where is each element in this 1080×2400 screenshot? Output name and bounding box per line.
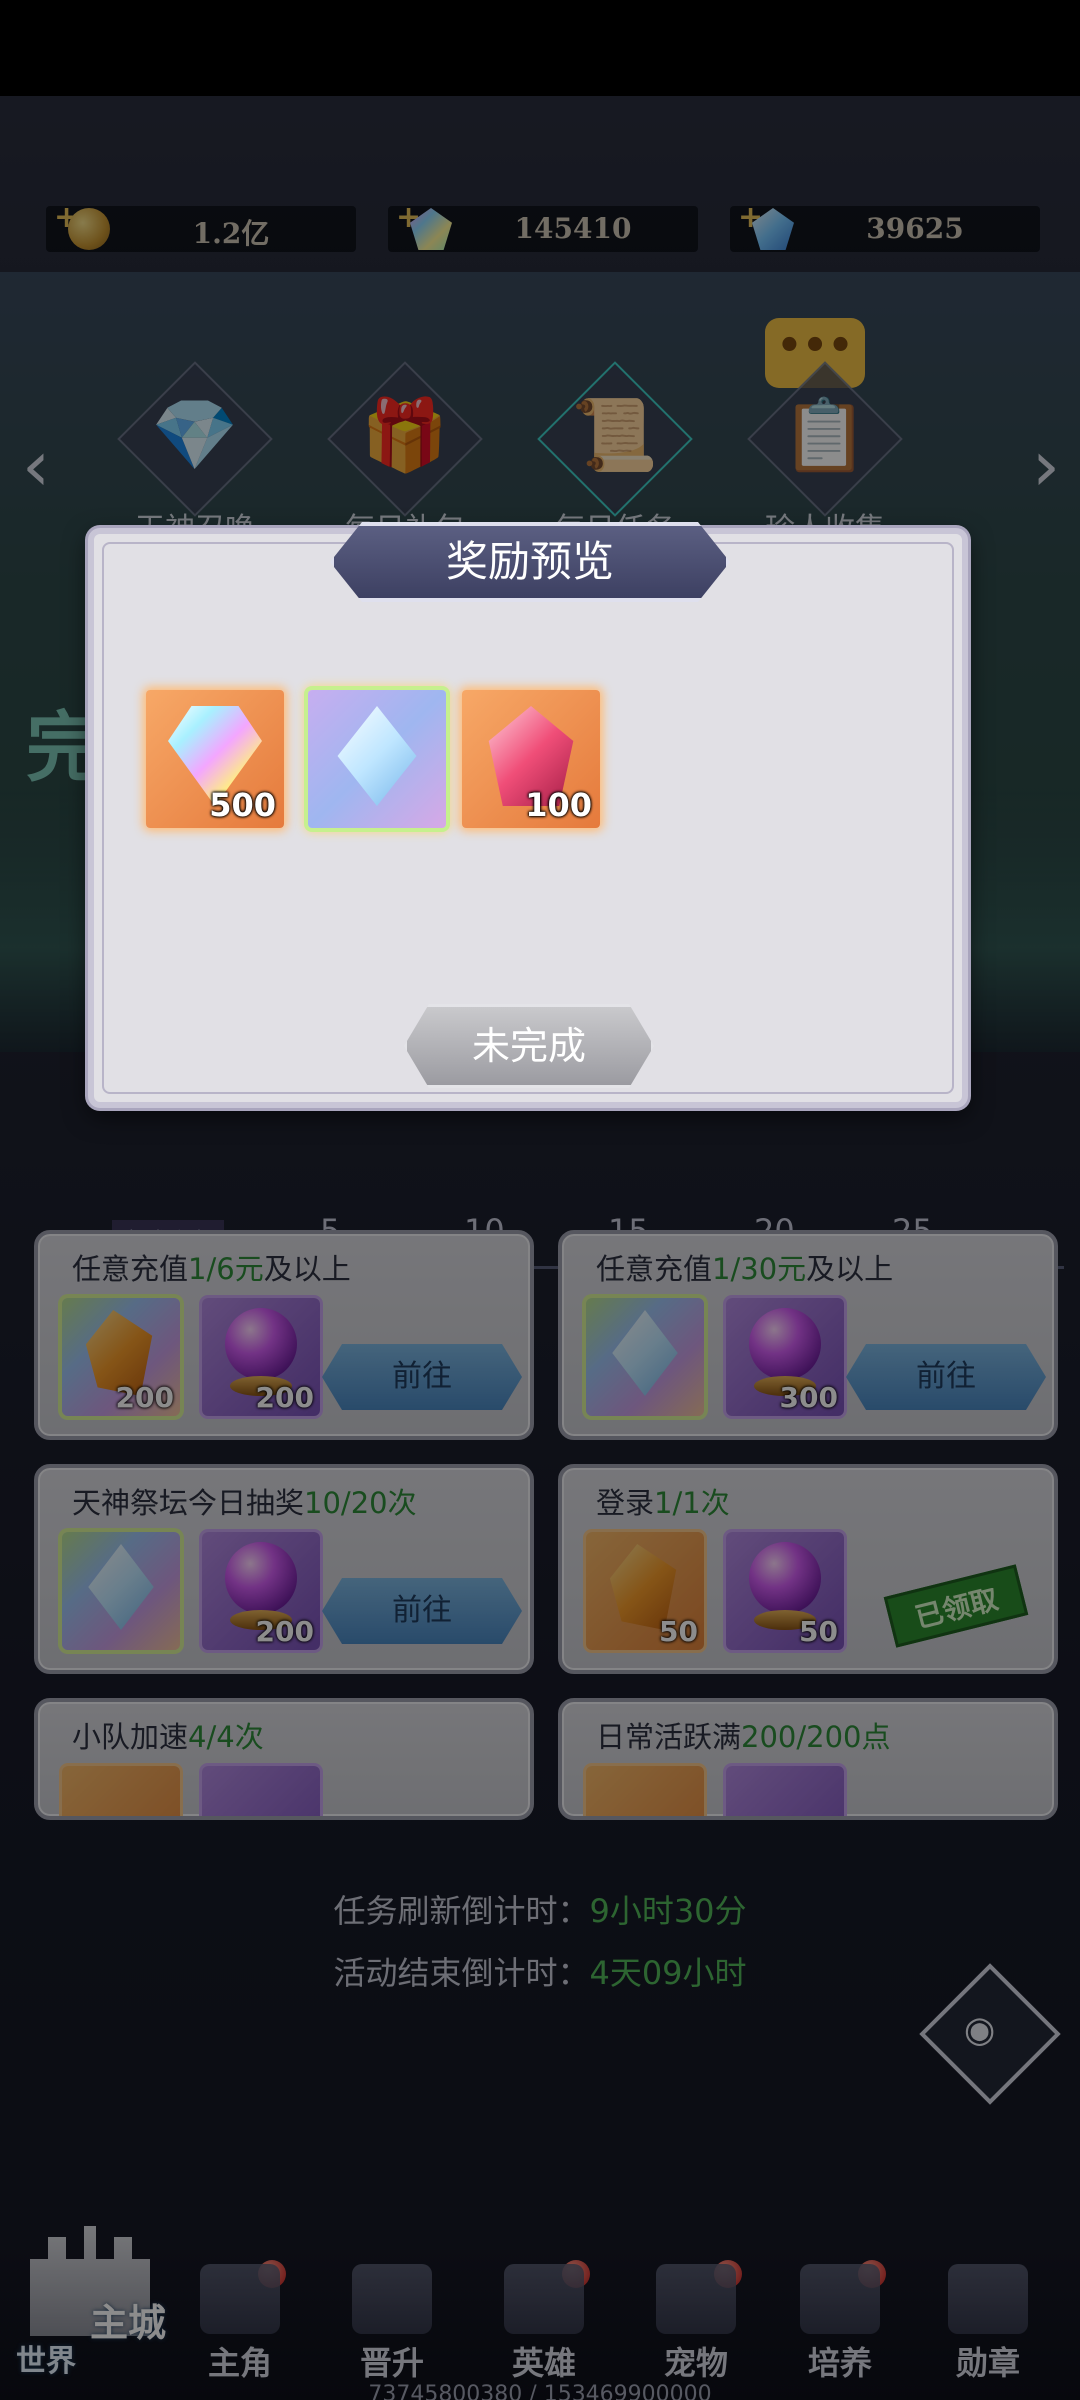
- incomplete-button[interactable]: 未完成: [404, 1004, 654, 1088]
- status-bar: [0, 0, 1080, 96]
- modal-backdrop[interactable]: [0, 96, 1080, 2400]
- dialog-title: 奖励预览: [330, 522, 730, 602]
- reward-item[interactable]: [308, 690, 446, 828]
- crystal-icon: [337, 706, 417, 806]
- reward-item[interactable]: 500: [146, 690, 284, 828]
- reward-preview-dialog: 奖励预览 500 100 未完成: [88, 522, 968, 1108]
- reward-item[interactable]: 100: [462, 690, 600, 828]
